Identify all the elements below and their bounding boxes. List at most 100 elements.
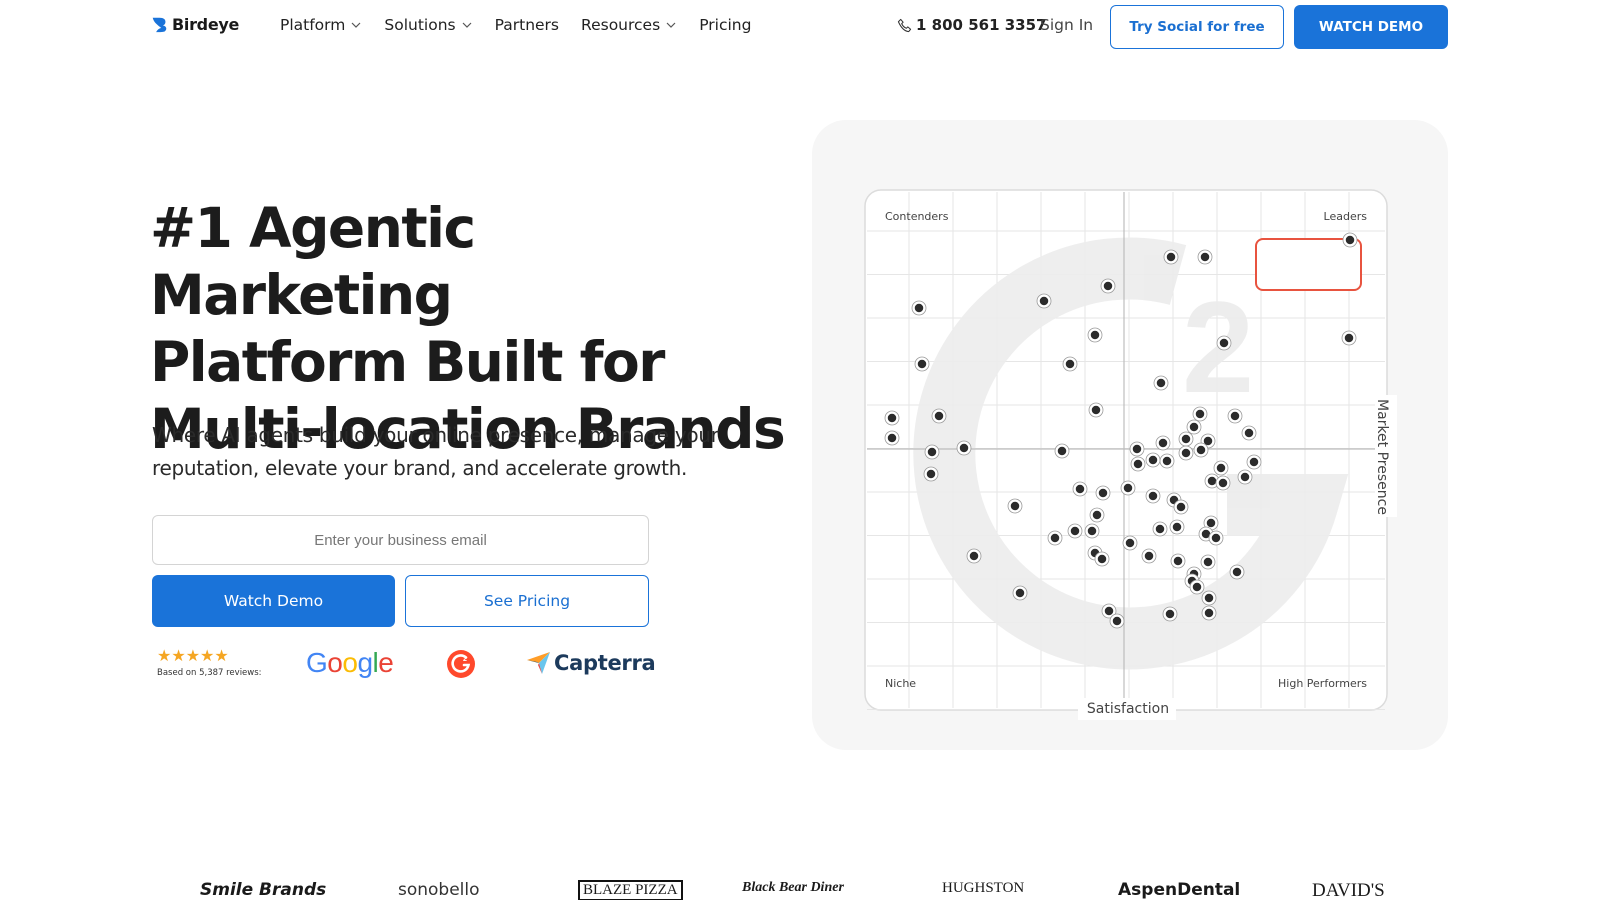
google-logo: Google (306, 647, 394, 679)
see-pricing-button[interactable]: See Pricing (405, 575, 649, 627)
vendor-dot (1073, 482, 1087, 496)
leader-highlight-box (1255, 238, 1362, 291)
quadrant-high-performers: High Performers (1278, 677, 1367, 690)
vendor-dot (1342, 331, 1356, 345)
vendor-dot (912, 301, 926, 315)
vendor-dot (915, 357, 929, 371)
vendor-dot (924, 467, 938, 481)
google-letter: g (357, 647, 373, 678)
menu-resources[interactable]: Resources (581, 16, 677, 34)
vendor-dot (1217, 336, 1231, 350)
quadrant-leaders: Leaders (1324, 210, 1368, 223)
vendor-dot (1088, 328, 1102, 342)
google-letter: G (306, 647, 328, 678)
vendor-dot (1202, 591, 1216, 605)
vendor-dot (1201, 555, 1215, 569)
capterra-logo: Capterra (526, 650, 656, 676)
vendor-dot (1142, 549, 1156, 563)
vendor-dot (1171, 554, 1185, 568)
vendor-dot (967, 549, 981, 563)
star-rating: ★★★★★ (157, 646, 229, 665)
menu-partners-label: Partners (494, 16, 560, 34)
vendor-dot (885, 431, 899, 445)
vendor-dot (1164, 250, 1178, 264)
svg-text:2: 2 (463, 656, 467, 663)
vendor-dot (1096, 486, 1110, 500)
menu-pricing[interactable]: Pricing (699, 16, 751, 34)
reviews-count: Based on 5,387 reviews: (157, 668, 262, 678)
vendor-dot (1179, 432, 1193, 446)
vendor-dot (1156, 436, 1170, 450)
phone-icon (897, 18, 912, 32)
vendor-dot (1110, 614, 1124, 628)
vendor-dot (1095, 552, 1109, 566)
birdeye-logo[interactable]: Birdeye (151, 15, 239, 34)
menu-platform-label: Platform (280, 16, 346, 34)
menu-solutions[interactable]: Solutions (384, 16, 472, 34)
vendor-dot (1238, 470, 1252, 484)
vendor-dot (1202, 606, 1216, 620)
vendor-dot (1154, 376, 1168, 390)
hero-title-line-1: #1 Agentic Marketing (150, 196, 476, 327)
menu-platform[interactable]: Platform (280, 16, 362, 34)
y-axis-label: Market Presence (1374, 399, 1390, 515)
hero-subtitle: Where AI agents build your online presen… (152, 423, 719, 480)
menu-pricing-label: Pricing (699, 16, 752, 34)
vendor-dot (1163, 607, 1177, 621)
vendor-dot (1343, 233, 1357, 247)
vendor-dot (1153, 522, 1167, 536)
logo-black-bear-diner: Black Bear Diner (742, 880, 844, 895)
g2-grid-card: 2 Contenders Leaders Niche High Performe… (812, 120, 1448, 750)
business-email-input[interactable] (152, 515, 649, 565)
vendor-dot (1146, 453, 1160, 467)
chevron-down-icon (666, 22, 676, 28)
logo-hughston: HUGHSTON (942, 880, 1025, 896)
sign-in-link[interactable]: Sign In (1040, 16, 1093, 34)
brand-name: Birdeye (172, 15, 240, 34)
vendor-dot (925, 445, 939, 459)
vendor-dot (1193, 407, 1207, 421)
vendor-dot (932, 409, 946, 423)
logo-davids: DAVID'S (1312, 880, 1385, 900)
capterra-wordmark: Capterra (554, 651, 656, 675)
google-letter: e (378, 647, 394, 678)
vendor-dot (1190, 580, 1204, 594)
main-menu: Platform Solutions Partners Resources Pr… (280, 16, 773, 34)
vendor-dot (957, 441, 971, 455)
logo-smile-brands: Smile Brands (200, 880, 327, 900)
vendor-dot (1198, 250, 1212, 264)
vendor-dot (1209, 531, 1223, 545)
menu-resources-label: Resources (581, 16, 661, 34)
quadrant-niche: Niche (885, 677, 916, 690)
vendor-dot (1068, 524, 1082, 538)
vendor-dot (1174, 500, 1188, 514)
vendor-dot (1089, 403, 1103, 417)
x-axis-label: Satisfaction (1087, 701, 1169, 717)
g2-grid-chart: 2 Contenders Leaders Niche High Performe… (864, 189, 1397, 720)
vendor-dot (1179, 446, 1193, 460)
vendor-dot (1055, 444, 1069, 458)
google-letter: o (327, 647, 343, 678)
vendor-dot (1085, 524, 1099, 538)
vendor-dot (1187, 420, 1201, 434)
vendor-dot (1214, 461, 1228, 475)
vendor-dot (1130, 442, 1144, 456)
g2-logo-icon: 2 (447, 650, 475, 678)
watch-demo-nav-button[interactable]: WATCH DEMO (1294, 5, 1448, 49)
vendor-dot (1102, 604, 1116, 618)
vendor-dot (1228, 409, 1242, 423)
vendor-dot (1063, 357, 1077, 371)
try-social-button[interactable]: Try Social for free (1110, 5, 1284, 49)
vendor-dot (1160, 454, 1174, 468)
logo-sonobello: sonobello (398, 880, 480, 900)
vendor-dot (1123, 536, 1137, 550)
birdeye-logo-icon (152, 17, 167, 33)
menu-solutions-label: Solutions (384, 16, 456, 34)
vendor-dot (1170, 520, 1184, 534)
logo-aspen-dental: AspenDental (1118, 880, 1241, 900)
menu-partners[interactable]: Partners (495, 16, 559, 34)
logo-blaze-pizza: BLAZE PIZZA (578, 880, 683, 900)
vendor-dot (1247, 455, 1261, 469)
watch-demo-button[interactable]: Watch Demo (152, 575, 395, 627)
phone-link[interactable]: 1 800 561 3357 (897, 16, 1046, 34)
